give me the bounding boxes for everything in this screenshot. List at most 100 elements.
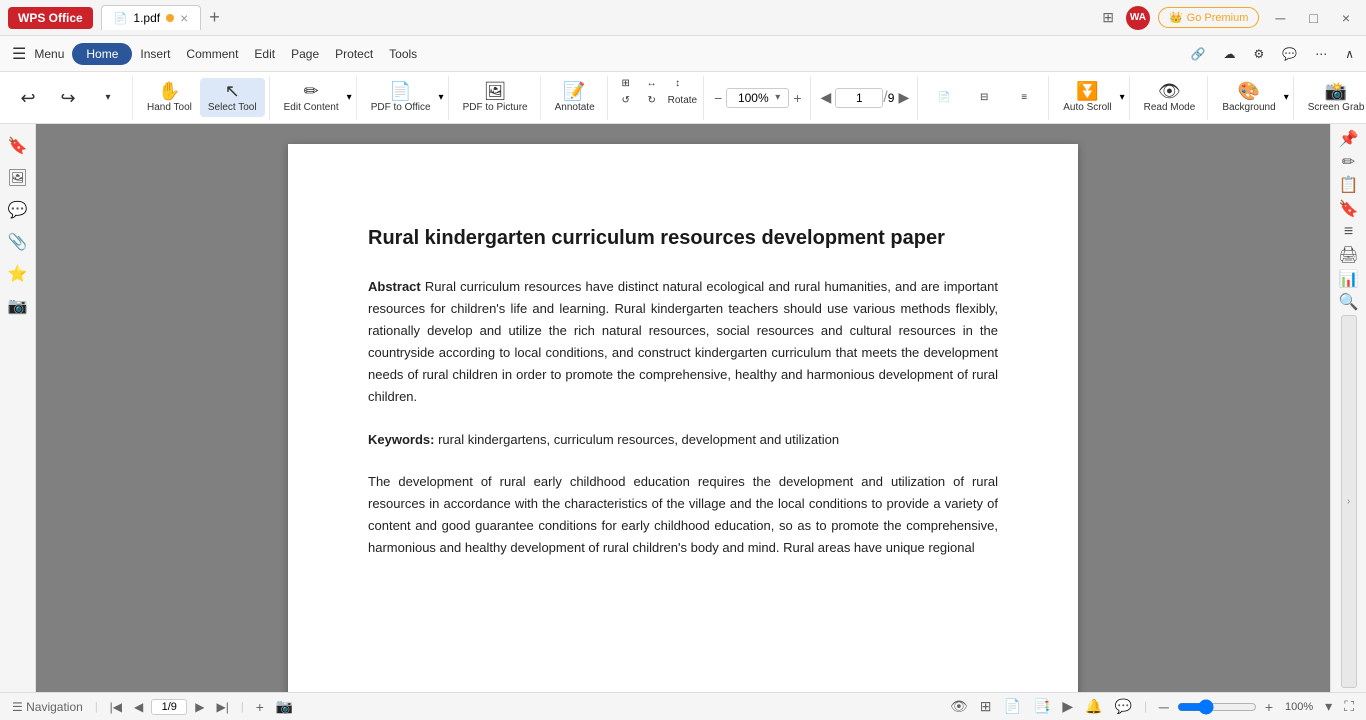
- screen-grab-btn[interactable]: 📸 Screen Grab: [1300, 78, 1366, 117]
- cloud-btn[interactable]: ☁: [1215, 43, 1243, 65]
- zoom-out-btn[interactable]: −: [710, 86, 726, 110]
- settings-btn[interactable]: ⚙: [1245, 43, 1272, 65]
- sidebar-attachments[interactable]: 📎: [4, 228, 32, 256]
- more-btn[interactable]: ⋯: [1307, 43, 1335, 65]
- insert-menu-item[interactable]: Insert: [132, 43, 178, 65]
- zoom-plus-btn[interactable]: +: [1261, 697, 1277, 717]
- hand-tool-btn[interactable]: ✋ Hand Tool: [139, 78, 200, 117]
- pdf-to-picture-btn[interactable]: 🖼 PDF to Picture: [455, 78, 536, 117]
- status-page-input[interactable]: [151, 699, 187, 715]
- select-tool-btn[interactable]: ↖ Select Tool: [200, 78, 265, 117]
- right-panel-expand-btn[interactable]: ›: [1341, 315, 1357, 689]
- premium-icon: 👑: [1169, 11, 1183, 24]
- background-chevron[interactable]: ▾: [1284, 92, 1289, 103]
- redo-btn[interactable]: ↪: [48, 85, 88, 111]
- rotate-label-btn[interactable]: Rotate: [666, 93, 699, 108]
- rotate-ccw-btn[interactable]: ↺: [614, 93, 638, 108]
- first-page-btn[interactable]: |◀: [106, 698, 126, 716]
- zoom-dropdown-status[interactable]: ▾: [1321, 696, 1336, 717]
- more-undo-btn[interactable]: ▾: [88, 88, 128, 107]
- sidebar-more[interactable]: 📷: [4, 292, 32, 320]
- tools-menu-item[interactable]: Tools: [381, 43, 425, 65]
- edit-menu-item[interactable]: Edit: [246, 43, 283, 65]
- auto-scroll-chevron[interactable]: ▾: [1120, 92, 1125, 103]
- rp-icon-8[interactable]: 🔍: [1333, 291, 1365, 312]
- selection-tools-group: ✋ Hand Tool ↖ Select Tool: [135, 76, 270, 120]
- status-add-btn[interactable]: +: [252, 697, 268, 717]
- maximize-button[interactable]: □: [1301, 8, 1325, 28]
- zoom-slider[interactable]: [1177, 699, 1257, 715]
- add-tab-button[interactable]: +: [201, 7, 228, 28]
- sidebar-thumbnails[interactable]: 🖼: [4, 164, 32, 192]
- edit-content-chevron[interactable]: ▾: [347, 92, 352, 103]
- fullscreen-btn[interactable]: ⛶: [1340, 696, 1358, 717]
- two-page-view-btn[interactable]: ⊟: [964, 88, 1004, 107]
- status-screenshot-btn[interactable]: 📷: [272, 696, 297, 717]
- home-menu-item[interactable]: Home: [72, 43, 132, 65]
- doc-btn[interactable]: 📄: [1000, 696, 1025, 717]
- tab-close-btn[interactable]: ×: [180, 10, 188, 26]
- status-next-btn[interactable]: ▶: [191, 698, 208, 716]
- share-btn[interactable]: 🔗: [1183, 43, 1214, 65]
- collapse-ribbon-btn[interactable]: ∧: [1337, 43, 1362, 65]
- annotate-btn[interactable]: 📝 Annotate: [547, 78, 603, 117]
- layout-icon-btn[interactable]: ⊞: [1098, 5, 1118, 30]
- background-btn[interactable]: 🎨 Background: [1214, 78, 1283, 117]
- user-avatar[interactable]: WA: [1126, 6, 1150, 30]
- grid-btn[interactable]: ⊞: [976, 696, 996, 717]
- annotate-label: Annotate: [555, 102, 595, 113]
- rp-icon-2[interactable]: ✏: [1333, 151, 1365, 172]
- fit-page-btn[interactable]: ⊞: [614, 76, 638, 91]
- chat-btn[interactable]: 💬: [1274, 43, 1305, 65]
- two-doc-btn[interactable]: 📑: [1029, 696, 1054, 717]
- protect-menu-item[interactable]: Protect: [327, 43, 381, 65]
- rp-icon-5[interactable]: ≡: [1333, 221, 1365, 242]
- rotate-cw-btn[interactable]: ↻: [640, 93, 664, 108]
- read-mode-btn[interactable]: 👁 Read Mode: [1136, 78, 1204, 117]
- comment-menu-item[interactable]: Comment: [178, 43, 246, 65]
- go-premium-button[interactable]: 👑 Go Premium: [1158, 7, 1259, 28]
- navigation-label[interactable]: ☰ Navigation: [8, 698, 87, 716]
- doc-tab[interactable]: 📄 1.pdf ×: [101, 5, 202, 30]
- rp-icon-1[interactable]: 📌: [1333, 128, 1365, 149]
- comment-btn[interactable]: 💬: [1111, 696, 1136, 717]
- menu-hamburger-btn[interactable]: ☰ Menu: [4, 40, 72, 68]
- last-page-btn[interactable]: ▶|: [213, 698, 233, 716]
- bell-btn[interactable]: 🔔: [1081, 696, 1106, 717]
- zoom-input[interactable]: [733, 91, 773, 105]
- pdf-abstract: Abstract Rural curriculum resources have…: [368, 276, 998, 409]
- page-menu-item[interactable]: Page: [283, 43, 327, 65]
- right-panel: 📌 ✏ 📋 🔖 ≡ 🖨 📊 🔍 ›: [1330, 124, 1366, 692]
- pdf-to-office-btn[interactable]: 📄 PDF to Office: [363, 78, 439, 117]
- wps-logo-button[interactable]: WPS Office: [8, 7, 93, 29]
- continuous-view-btn[interactable]: ≡: [1004, 88, 1044, 107]
- minimize-button[interactable]: ─: [1267, 8, 1293, 28]
- fit-height-btn[interactable]: ↕: [666, 76, 690, 91]
- page-view-btn[interactable]: 📄: [924, 88, 964, 107]
- status-bar-right: 👁 ⊞ 📄 📑 ▶ 🔔 💬 | ─ + 100% ▾ ⛶: [946, 696, 1358, 717]
- rp-icon-7[interactable]: 📊: [1333, 268, 1365, 289]
- eye-btn[interactable]: 👁: [946, 696, 972, 717]
- zoom-minus-btn[interactable]: ─: [1155, 697, 1173, 717]
- sidebar-comments[interactable]: 💬: [4, 196, 32, 224]
- pdf-area[interactable]: Rural kindergarten curriculum resources …: [36, 124, 1330, 692]
- play-btn[interactable]: ▶: [1058, 696, 1077, 717]
- zoom-dropdown-arrow[interactable]: ▾: [773, 92, 782, 103]
- undo-btn[interactable]: ↩: [8, 85, 48, 111]
- fit-width-btn[interactable]: ↔: [640, 76, 664, 91]
- rp-icon-4[interactable]: 🔖: [1333, 198, 1365, 219]
- edit-content-btn[interactable]: ✏ Edit Content: [276, 78, 347, 117]
- rp-icon-6[interactable]: 🖨: [1333, 245, 1365, 266]
- page-number-input[interactable]: [844, 91, 874, 105]
- two-page-icon: ⊟: [980, 92, 988, 103]
- status-prev-btn[interactable]: ◀: [130, 698, 147, 716]
- sidebar-bookmarks[interactable]: 🔖: [4, 132, 32, 160]
- close-button[interactable]: ×: [1334, 8, 1358, 28]
- sidebar-signatures[interactable]: ⭐: [4, 260, 32, 288]
- auto-scroll-btn[interactable]: ⏬ Auto Scroll: [1055, 78, 1119, 117]
- next-page-btn[interactable]: ▶: [894, 85, 913, 110]
- rp-icon-3[interactable]: 📋: [1333, 175, 1365, 196]
- zoom-in-btn[interactable]: +: [789, 86, 805, 110]
- prev-page-btn[interactable]: ◀: [817, 85, 836, 110]
- pdf-to-office-chevron[interactable]: ▾: [439, 92, 444, 103]
